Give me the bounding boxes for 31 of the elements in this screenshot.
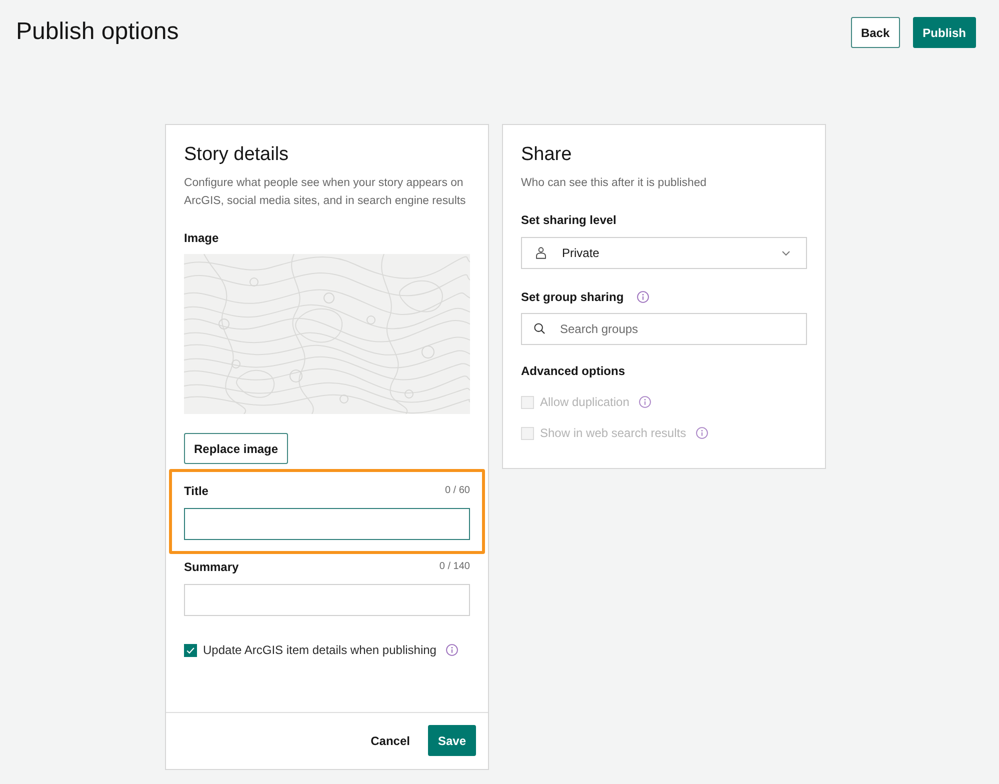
field-label: Title [184, 483, 208, 500]
group-sharing-label: Set group sharing [521, 289, 624, 306]
save-button[interactable]: Save [428, 725, 476, 756]
card-title: Share [521, 143, 573, 167]
title-input[interactable] [184, 508, 470, 540]
publish-button[interactable]: Publish [912, 17, 976, 48]
info-icon[interactable] [446, 644, 458, 656]
card-title: Story details [184, 143, 290, 167]
checkbox-label: Allow duplication [540, 395, 630, 409]
checkbox[interactable] [184, 644, 197, 656]
sharing-level-select[interactable]: Private [521, 237, 807, 269]
summary-input[interactable] [184, 584, 470, 616]
image-label: Image [184, 230, 220, 247]
info-icon[interactable] [636, 291, 649, 303]
field-label: Summary [184, 559, 239, 576]
character-counter: 0 / 140 [439, 560, 470, 574]
chevron-down-icon [782, 250, 790, 256]
cancel-button[interactable]: Cancel [360, 725, 420, 756]
advanced-options-label: Advanced options [521, 363, 626, 380]
back-button[interactable]: Back [850, 17, 900, 48]
sharing-level-label: Set sharing level [521, 212, 618, 229]
character-counter: 0 / 60 [444, 484, 470, 498]
replace-image-button[interactable]: Replace image [184, 433, 288, 464]
card-description: Configure what people see when your story appears on ArcGIS, social media sites, and in search engine results [184, 176, 467, 209]
checkbox-label: Update ArcGIS item details when publishing [203, 643, 436, 657]
search-icon [534, 323, 545, 334]
person-icon [536, 247, 546, 259]
checkbox-label: Show in web search results [540, 426, 686, 440]
card-description: Who can see this after it is published [521, 176, 708, 191]
page-title: Publish options [16, 17, 179, 47]
group-search-field[interactable]: Search groups [521, 313, 807, 345]
